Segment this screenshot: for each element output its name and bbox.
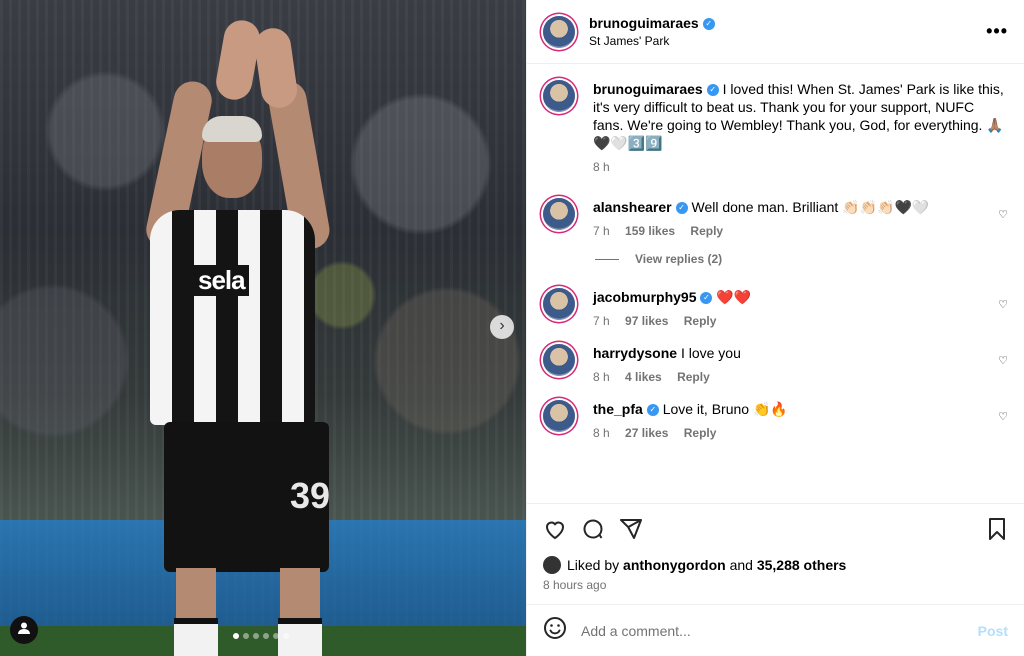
view-replies-label: View replies (2) — [635, 252, 723, 266]
replies-divider — [595, 258, 619, 260]
shirt-sponsor: sela — [194, 265, 249, 296]
comment-author[interactable]: alanshearer — [593, 199, 672, 215]
carousel-dot — [263, 633, 269, 639]
carousel-dot — [243, 633, 249, 639]
comment-time: 8 h — [593, 370, 610, 384]
comment-author[interactable]: the_pfa — [593, 401, 643, 417]
comment-like-heart-icon[interactable]: ♡ — [994, 354, 1008, 386]
comment-icon[interactable] — [581, 517, 605, 547]
post-details-panel: brunoguimaraes ✓ St James' Park ••• bruno… — [526, 0, 1024, 656]
reply-button[interactable]: Reply — [677, 370, 710, 384]
comment-time: 7 h — [593, 224, 610, 238]
comment-like-heart-icon[interactable]: ♡ — [994, 410, 1008, 442]
left-hand — [213, 17, 263, 103]
comment-text: ❤️❤️ — [716, 289, 752, 305]
view-replies-button[interactable]: View replies (2) — [595, 252, 1008, 266]
carousel-dot — [253, 633, 259, 639]
post-comment-button[interactable]: Post — [978, 623, 1008, 639]
caption: brunoguimaraes ✓ I loved this! When St. J… — [543, 80, 1008, 176]
comment-likes[interactable]: 97 likes — [625, 314, 668, 328]
liker-avatar — [543, 556, 561, 574]
post-modal: sela 39 › brunoguimaraes ✓ St James' Park — [0, 0, 1024, 656]
shorts-number: 39 — [290, 475, 331, 516]
comment-time: 7 h — [593, 314, 610, 328]
liked-by-count[interactable]: 35,288 others — [757, 557, 847, 573]
liked-by-user[interactable]: anthonygordon — [623, 557, 726, 573]
player-shirt — [150, 210, 315, 425]
comment-time: 8 h — [593, 426, 610, 440]
comment-input[interactable] — [581, 622, 978, 639]
comment-like-heart-icon[interactable]: ♡ — [994, 208, 1008, 240]
comment-avatar[interactable] — [543, 198, 575, 230]
author-username[interactable]: brunoguimaraes — [589, 15, 699, 31]
reply-button[interactable]: Reply — [684, 314, 717, 328]
person-icon — [17, 622, 31, 638]
comment-likes[interactable]: 27 likes — [625, 426, 668, 440]
left-sock — [174, 618, 218, 656]
post-media[interactable]: sela 39 › — [0, 0, 526, 656]
post-header: brunoguimaraes ✓ St James' Park ••• — [527, 0, 1024, 64]
emoji-smiley-icon[interactable] — [543, 616, 567, 646]
comment-text: Well done man. Brilliant 👏🏻👏🏻👏🏻🖤🤍 — [691, 199, 930, 215]
right-hand — [252, 25, 300, 111]
verified-badge-icon: ✓ — [675, 202, 688, 215]
author-avatar[interactable] — [543, 15, 575, 48]
comment-avatar[interactable] — [543, 400, 575, 432]
liked-by-and: and — [729, 557, 753, 573]
post-time[interactable]: 8 hours ago — [543, 578, 1008, 592]
comment-likes[interactable]: 4 likes — [625, 370, 662, 384]
comment-item: alanshearer ✓ Well done man. Brilliant 👏🏻… — [543, 198, 1008, 240]
verified-badge-icon: ✓ — [700, 292, 713, 305]
caption-author[interactable]: brunoguimaraes — [593, 81, 703, 97]
carousel-indicator — [233, 633, 289, 639]
like-heart-icon[interactable] — [543, 517, 567, 547]
caption-avatar[interactable] — [543, 80, 575, 112]
comment-likes[interactable]: 159 likes — [625, 224, 675, 238]
comment-text: Love it, Bruno 👏🔥 — [662, 401, 788, 417]
verified-badge-icon: ✓ — [706, 84, 719, 97]
comment-item: the_pfa ✓ Love it, Bruno 👏🔥 8 h 27 likes … — [543, 400, 1008, 442]
comment-author[interactable]: harrydysone — [593, 345, 677, 361]
comment-avatar[interactable] — [543, 288, 575, 320]
reply-button[interactable]: Reply — [684, 426, 717, 440]
caption-time: 8 h — [593, 160, 610, 174]
comment-avatar[interactable] — [543, 344, 575, 376]
carousel-dot — [273, 633, 279, 639]
carousel-dot — [233, 633, 239, 639]
player-image: sela 39 — [142, 17, 340, 656]
save-bookmark-icon[interactable] — [986, 517, 1008, 547]
add-comment-bar: Post — [527, 604, 1024, 656]
verified-badge-icon: ✓ — [646, 404, 659, 417]
tagged-users-button[interactable] — [10, 616, 38, 644]
comment-item: harrydysone I love you 8 h 4 likes Reply… — [543, 344, 1008, 386]
carousel-dot — [283, 633, 289, 639]
player-hair — [202, 116, 262, 142]
comment-like-heart-icon[interactable]: ♡ — [994, 298, 1008, 330]
comment-item: jacobmurphy95 ✓ ❤️❤️ 7 h 97 likes Reply ♡ — [543, 288, 1008, 330]
likes-summary[interactable]: Liked by anthonygordon and 35,288 others — [543, 556, 1008, 574]
post-location[interactable]: St James' Park — [589, 34, 986, 48]
comments-list: brunoguimaraes ✓ I loved this! When St. J… — [527, 64, 1024, 503]
share-icon[interactable] — [619, 517, 643, 547]
liked-by-prefix: Liked by — [567, 557, 620, 573]
more-options-icon[interactable]: ••• — [986, 21, 1008, 42]
verified-badge-icon: ✓ — [702, 18, 715, 31]
post-actions: Liked by anthonygordon and 35,288 others… — [527, 503, 1024, 592]
next-image-button[interactable]: › — [490, 315, 514, 339]
reply-button[interactable]: Reply — [690, 224, 723, 238]
comment-text: I love you — [680, 345, 741, 361]
comment-author[interactable]: jacobmurphy95 — [593, 289, 696, 305]
